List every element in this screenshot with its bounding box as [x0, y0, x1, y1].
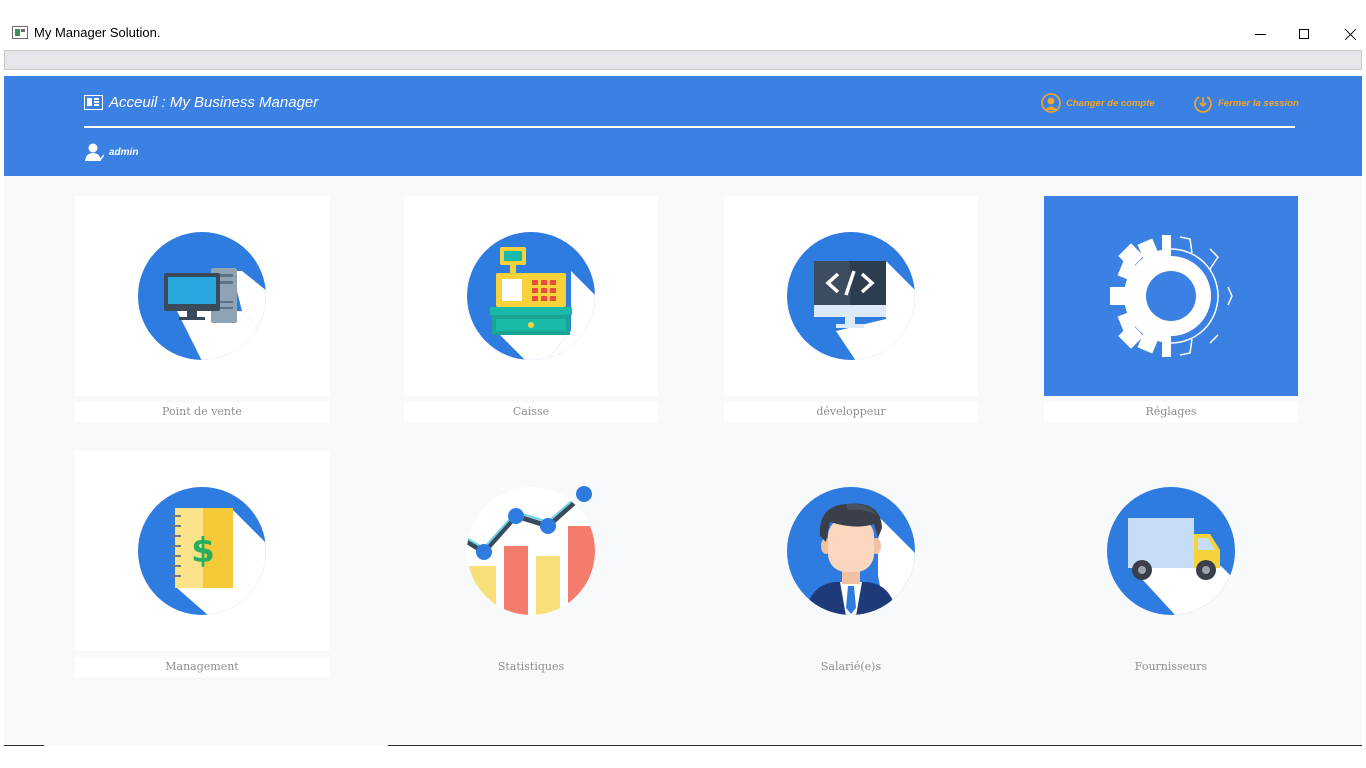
tile-label: Réglages: [1044, 402, 1298, 422]
maximize-button[interactable]: [1284, 20, 1324, 48]
tile-management[interactable]: $ Management: [75, 451, 329, 677]
tile-face: [724, 451, 978, 651]
tile-label: Fournisseurs: [1134, 660, 1208, 673]
app-icon: [12, 26, 28, 39]
tile-label: Caisse: [404, 402, 658, 422]
username: admin: [109, 146, 139, 158]
tile-developpeur[interactable]: développeur: [724, 196, 978, 422]
switch-user-icon: [1041, 93, 1061, 113]
switch-account-link[interactable]: Changer de compte: [1041, 93, 1155, 113]
tile-face: [404, 451, 658, 651]
gear-icon: [1110, 235, 1233, 357]
tile-face: [1044, 196, 1298, 396]
close-icon: [1344, 28, 1357, 41]
tile-caisse[interactable]: Caisse: [404, 196, 658, 422]
window-title: My Manager Solution.: [34, 25, 161, 40]
main-area: Point de vente Caisse développeur Réglag…: [4, 176, 1362, 746]
minimize-button[interactable]: [1240, 20, 1280, 48]
svg-text:$: $: [191, 531, 215, 571]
tile-face: [1044, 451, 1298, 651]
logout-label: Fermer la session: [1218, 97, 1299, 109]
tile-fournisseurs[interactable]: Fournisseurs: [1044, 451, 1298, 677]
tile-face: [75, 196, 329, 396]
employee-icon: [787, 487, 915, 615]
delivery-truck-icon: [1107, 487, 1235, 615]
tile-salaries[interactable]: Salarié(e)s: [724, 451, 978, 677]
page-title-text: Acceuil : My Business Manager: [109, 94, 319, 111]
tile-statistiques[interactable]: Statistiques: [404, 451, 658, 677]
tile-face: [404, 196, 658, 396]
dashboard-icon: [84, 95, 103, 110]
tile-point-de-vente[interactable]: Point de vente: [75, 196, 329, 422]
header-divider: [84, 126, 1295, 128]
tile-face: [724, 196, 978, 396]
current-user: admin: [84, 142, 138, 162]
tile-label: Salarié(e)s: [820, 660, 882, 673]
tile-reglages[interactable]: Réglages: [1044, 196, 1298, 422]
maximize-icon: [1299, 29, 1309, 39]
logout-link[interactable]: Fermer la session: [1193, 93, 1299, 113]
tile-label: développeur: [724, 402, 978, 422]
code-monitor-icon: [787, 232, 915, 360]
minimize-icon: [1254, 33, 1266, 35]
switch-account-label: Changer de compte: [1066, 97, 1155, 109]
tile-label: Point de vente: [75, 402, 329, 422]
user-icon: [85, 143, 104, 162]
tile-label: Management: [75, 657, 329, 677]
close-button[interactable]: [1330, 20, 1366, 48]
header-banner: Acceuil : My Business Manager Changer de…: [4, 76, 1362, 176]
notebook-dollar-icon: $: [138, 487, 266, 615]
statistics-chart-icon: [467, 486, 595, 615]
window-titlebar: My Manager Solution.: [0, 0, 1366, 48]
pos-computer-icon: [138, 232, 266, 360]
tile-face: $: [75, 451, 329, 651]
bottom-divider: [388, 745, 1362, 746]
tile-label: Statistiques: [497, 660, 565, 673]
bottom-divider: [4, 745, 44, 746]
toolbar-strip: [4, 50, 1362, 70]
cash-register-icon: [467, 232, 595, 360]
page-title: Acceuil : My Business Manager: [84, 94, 318, 111]
logout-icon: [1194, 96, 1212, 113]
